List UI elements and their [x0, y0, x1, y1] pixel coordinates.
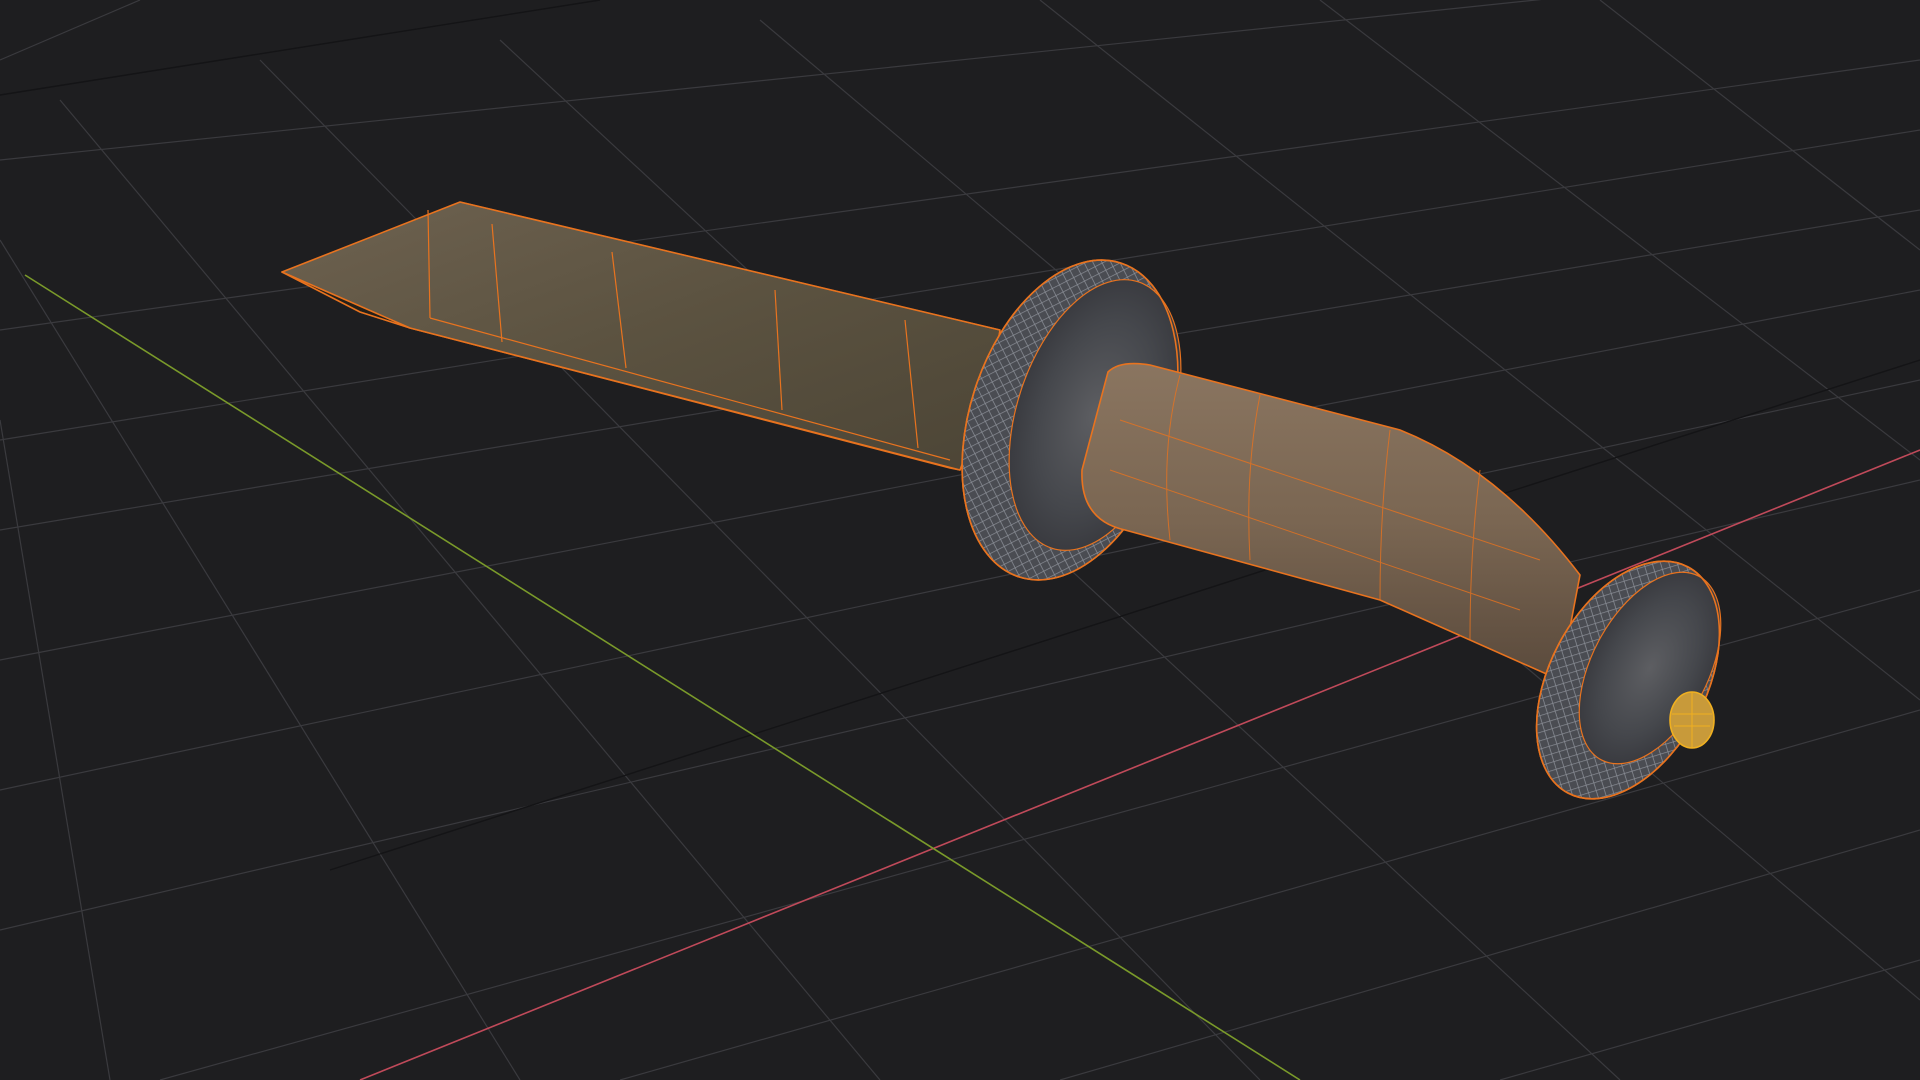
- handle[interactable]: [1081, 362, 1581, 681]
- end-cap[interactable]: [1669, 691, 1715, 749]
- viewport-canvas[interactable]: [0, 0, 1920, 1080]
- floor-grid: [0, 0, 1920, 1080]
- 3d-viewport[interactable]: [0, 0, 1920, 1080]
- knife-object[interactable]: [281, 201, 1757, 830]
- x-axis-line: [359, 449, 1920, 1080]
- blade[interactable]: [281, 201, 1001, 471]
